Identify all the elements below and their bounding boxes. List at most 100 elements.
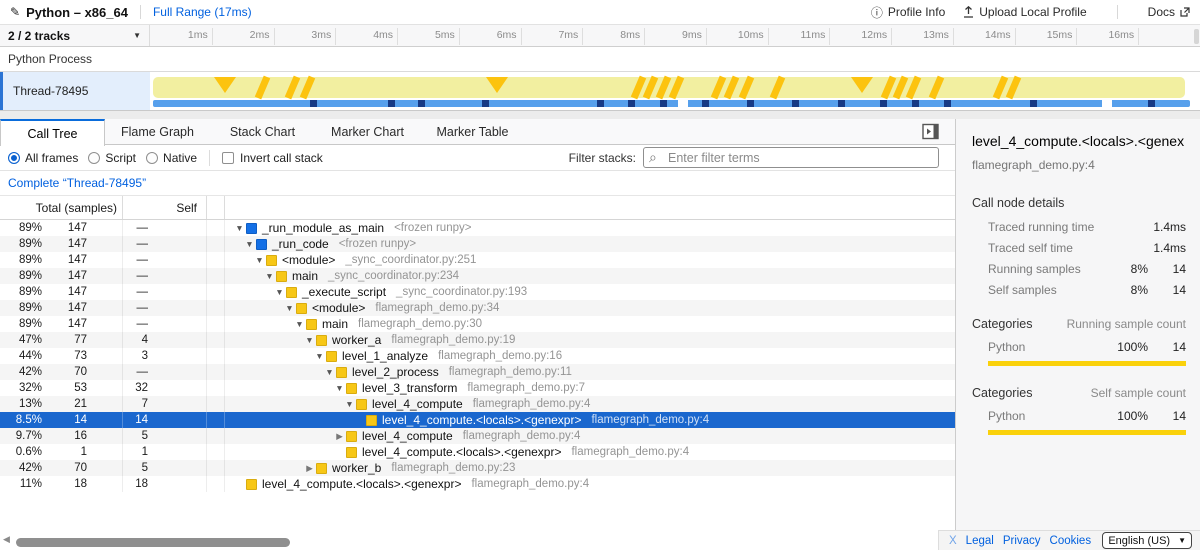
category-value: 14 [1148, 409, 1186, 423]
breadcrumb[interactable]: Complete “Thread-78495” [8, 176, 146, 190]
tab-marker-table[interactable]: Marker Table [420, 119, 525, 145]
invert-call-stack-checkbox[interactable]: Invert call stack [222, 151, 323, 165]
language-value: English (US) [1108, 535, 1170, 547]
table-row[interactable]: 8.5%1414level_4_compute.<locals>.<genexp… [0, 412, 955, 428]
collapse-twisty-icon[interactable]: ▼ [273, 287, 286, 297]
collapse-twisty-icon[interactable]: ▼ [283, 303, 296, 313]
table-row[interactable]: 13%217▼level_4_computeflamegraph_demo.py… [0, 396, 955, 412]
collapse-twisty-icon[interactable]: ▼ [293, 319, 306, 329]
source-location: flamegraph_demo.py:30 [358, 318, 482, 330]
ruler-scrollbar[interactable] [1194, 29, 1199, 44]
ruler-tick-label: 2ms [216, 29, 270, 41]
self-samples: — [123, 252, 207, 268]
call-node-details: Traced running time 1.4msTraced self time… [972, 220, 1186, 297]
collapse-twisty-icon[interactable]: ▼ [263, 271, 276, 281]
collapse-twisty-icon[interactable]: ▼ [243, 239, 256, 249]
table-row[interactable]: 89%147—▼<module>_sync_coordinator.py:251 [0, 252, 955, 268]
ruler-tick-line [1076, 28, 1077, 45]
function-name: _run_module_as_main [262, 221, 384, 235]
thread-track-label[interactable]: Thread-78495 [0, 72, 150, 110]
total-samples: 147 [48, 300, 123, 316]
table-row[interactable]: 11%1818level_4_compute.<locals>.<genexpr… [0, 476, 955, 492]
radio-script[interactable]: Script [88, 151, 136, 165]
profile-title[interactable]: Python – x86_64 [26, 5, 128, 20]
table-row[interactable]: 89%147—▼mainflamegraph_demo.py:30 [0, 316, 955, 332]
row-spacer [207, 316, 225, 332]
table-row[interactable]: 89%147—▼<module>flamegraph_demo.py:34 [0, 300, 955, 316]
footer-link-cookies[interactable]: Cookies [1050, 535, 1092, 547]
filter-input[interactable] [643, 147, 939, 168]
timeline-ruler[interactable]: 2 / 2 tracks ▼ 1ms2ms3ms4ms5ms6ms7ms8ms9… [0, 25, 1200, 47]
timeline-panel-divider [0, 110, 1200, 119]
thread-activity-graph[interactable] [150, 72, 1200, 110]
tab-flame-graph[interactable]: Flame Graph [105, 119, 210, 145]
self-samples: 14 [123, 412, 207, 428]
detail-label: Traced running time [972, 220, 1102, 234]
ruler-tick-label: 10ms [710, 29, 764, 41]
footer-link-x[interactable]: X [949, 535, 957, 547]
column-header-self[interactable]: Self [123, 196, 207, 219]
expand-twisty-icon[interactable]: ▶ [303, 463, 316, 474]
full-range-link[interactable]: Full Range (17ms) [153, 5, 252, 19]
tab-marker-chart[interactable]: Marker Chart [315, 119, 420, 145]
total-samples: 147 [48, 268, 123, 284]
collapse-twisty-icon[interactable]: ▼ [333, 383, 346, 393]
docs-link[interactable]: Docs [1148, 5, 1190, 19]
language-select[interactable]: English (US) ▼ [1102, 532, 1192, 549]
category-square-icon [316, 335, 327, 346]
collapse-twisty-icon[interactable]: ▼ [233, 223, 246, 233]
collapse-twisty-icon[interactable]: ▼ [313, 351, 326, 361]
category-percent: 100% [1102, 340, 1148, 354]
collapse-twisty-icon[interactable]: ▼ [343, 399, 356, 409]
table-row[interactable]: 0.6%11level_4_compute.<locals>.<genexpr>… [0, 444, 955, 460]
tab-call-tree[interactable]: Call Tree [0, 119, 105, 146]
total-samples: 53 [48, 380, 123, 396]
detail-value: 1.4ms [1148, 241, 1186, 255]
horizontal-scrollbar-thumb[interactable] [16, 538, 290, 547]
radio-native[interactable]: Native [146, 151, 197, 165]
table-row[interactable]: 32%5332▼level_3_transformflamegraph_demo… [0, 380, 955, 396]
column-header-total[interactable]: Total (samples) [0, 196, 123, 219]
radio-all-frames[interactable]: All frames [8, 151, 78, 165]
row-spacer [207, 444, 225, 460]
collapse-twisty-icon[interactable]: ▼ [323, 367, 336, 377]
tab-stack-chart[interactable]: Stack Chart [210, 119, 315, 145]
table-row[interactable]: 89%147—▼main_sync_coordinator.py:234 [0, 268, 955, 284]
process-track-header[interactable]: Python Process [0, 47, 1200, 72]
sidebar-toggle-button[interactable] [922, 123, 939, 140]
table-row[interactable]: 47%774▼worker_aflamegraph_demo.py:19 [0, 332, 955, 348]
tracks-dropdown[interactable]: 2 / 2 tracks ▼ [0, 25, 150, 46]
function-name: <module> [282, 253, 335, 267]
footer-link-legal[interactable]: Legal [966, 535, 994, 547]
table-row[interactable]: 89%147—▼_run_code<frozen runpy> [0, 236, 955, 252]
edit-pencil-icon[interactable]: ✎ [10, 5, 20, 19]
table-row[interactable]: 42%70—▼level_2_processflamegraph_demo.py… [0, 364, 955, 380]
table-row[interactable]: 42%705▶worker_bflamegraph_demo.py:23 [0, 460, 955, 476]
ruler-tick-label: 6ms [463, 29, 517, 41]
tree-cell: ▶worker_bflamegraph_demo.py:23 [225, 460, 955, 476]
collapse-twisty-icon[interactable]: ▼ [303, 335, 316, 345]
activity-graph-svg [150, 72, 1200, 110]
categories-count-type: Self sample count [1091, 386, 1186, 400]
total-samples: 16 [48, 428, 123, 444]
table-row[interactable]: 44%733▼level_1_analyzeflamegraph_demo.py… [0, 348, 955, 364]
upload-profile-button[interactable]: Upload Local Profile [963, 5, 1086, 19]
table-row[interactable]: 9.7%165▶level_4_computeflamegraph_demo.p… [0, 428, 955, 444]
tracks-count-label: 2 / 2 tracks [8, 29, 70, 43]
collapse-twisty-icon[interactable]: ▼ [253, 255, 266, 265]
footer-link-privacy[interactable]: Privacy [1003, 535, 1041, 547]
detail-row: Traced self time1.4ms [972, 241, 1186, 255]
category-value: 14 [1148, 340, 1186, 354]
function-name: level_4_compute [362, 429, 453, 443]
tree-cell: ▼_run_code<frozen runpy> [225, 236, 955, 252]
profile-info-button[interactable]: ⓘ Profile Info [871, 4, 945, 21]
expand-twisty-icon[interactable]: ▶ [333, 431, 346, 442]
function-name: level_4_compute [372, 397, 463, 411]
scroll-left-arrow[interactable]: ◀ [3, 534, 10, 545]
tree-cell: ▼main_sync_coordinator.py:234 [225, 268, 955, 284]
table-row[interactable]: 89%147—▼_execute_script_sync_coordinator… [0, 284, 955, 300]
total-samples: 1 [48, 444, 123, 460]
self-samples: 3 [123, 348, 207, 364]
table-row[interactable]: 89%147—▼_run_module_as_main<frozen runpy… [0, 220, 955, 236]
main-panel: Call TreeFlame GraphStack ChartMarker Ch… [0, 119, 955, 550]
